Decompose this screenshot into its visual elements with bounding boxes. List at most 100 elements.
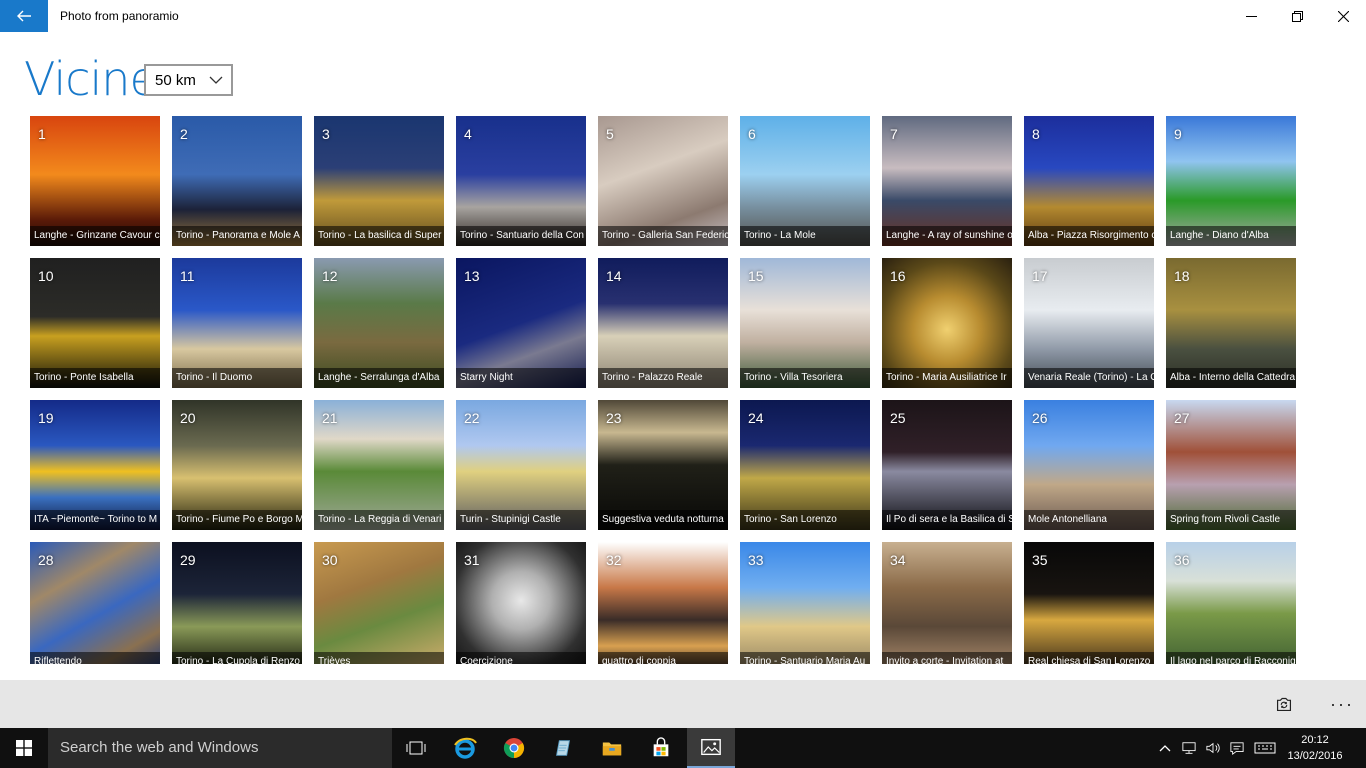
photo-tile[interactable]: 28 Riflettendo xyxy=(30,542,160,664)
photo-number: 18 xyxy=(1174,268,1190,284)
file-explorer-button[interactable] xyxy=(588,728,636,768)
photo-tile[interactable]: 9 Langhe - Diano d'Alba xyxy=(1166,116,1296,246)
store-button[interactable] xyxy=(637,728,685,768)
volume-button[interactable] xyxy=(1202,728,1224,768)
store-bag-icon xyxy=(653,737,669,757)
keyboard-button[interactable] xyxy=(1252,728,1278,768)
photo-number: 17 xyxy=(1032,268,1048,284)
start-button[interactable] xyxy=(0,728,48,768)
photo-caption: Spring from Rivoli Castle xyxy=(1166,510,1296,530)
photo-tile[interactable]: 14 Torino - Palazzo Reale xyxy=(598,258,728,388)
show-hidden-icons-button[interactable] xyxy=(1156,728,1174,768)
photo-tile[interactable]: 11 Torino - Il Duomo xyxy=(172,258,302,388)
photo-caption: Torino - La basilica di Super xyxy=(314,226,444,246)
chrome-icon xyxy=(503,738,525,759)
photo-tile[interactable]: 18 Alba - Interno della Cattedra xyxy=(1166,258,1296,388)
network-button[interactable] xyxy=(1178,728,1200,768)
back-button[interactable] xyxy=(0,0,48,32)
photo-tile[interactable]: 32 quattro di coppia xyxy=(598,542,728,664)
photo-number: 13 xyxy=(464,268,480,284)
photo-caption: Torino - La Mole xyxy=(740,226,870,246)
photo-tile[interactable]: 2 Torino - Panorama e Mole A xyxy=(172,116,302,246)
photo-tile[interactable]: 1 Langhe - Grinzane Cavour c xyxy=(30,116,160,246)
photo-tile[interactable]: 21 Torino - La Reggia di Venari xyxy=(314,400,444,530)
photo-number: 32 xyxy=(606,552,622,568)
photo-tile[interactable]: 5 Torino - Galleria San Federic xyxy=(598,116,728,246)
photo-tile[interactable]: 36 Il lago nel parco di Racconig xyxy=(1166,542,1296,664)
photo-number: 3 xyxy=(322,126,330,142)
speaker-icon xyxy=(1206,742,1220,754)
photo-tile[interactable]: 15 Torino - Villa Tesoriera xyxy=(740,258,870,388)
more-options-button[interactable]: ··· xyxy=(1326,688,1358,720)
system-clock[interactable]: 20:12 13/02/2016 xyxy=(1280,732,1350,764)
task-view-icon xyxy=(406,741,426,755)
photo-caption: Torino - Panorama e Mole A xyxy=(172,226,302,246)
edge-browser-button[interactable] xyxy=(441,728,489,768)
restore-button[interactable] xyxy=(1274,0,1320,32)
photo-caption: Alba - Interno della Cattedra xyxy=(1166,368,1296,388)
photo-number: 30 xyxy=(322,552,338,568)
photo-caption: Torino - La Cupola di Renzo xyxy=(172,652,302,664)
photo-tile[interactable]: 29 Torino - La Cupola di Renzo xyxy=(172,542,302,664)
photo-tile[interactable]: 35 Real chiesa di San Lorenzo xyxy=(1024,542,1154,664)
photo-number: 15 xyxy=(748,268,764,284)
close-icon xyxy=(1337,10,1349,22)
task-view-button[interactable] xyxy=(392,728,440,768)
photo-number: 1 xyxy=(38,126,46,142)
photo-caption: Venaria Reale (Torino) - La G xyxy=(1024,368,1154,388)
action-center-button[interactable] xyxy=(1226,728,1248,768)
photo-number: 8 xyxy=(1032,126,1040,142)
photo-caption: Langhe - Serralunga d'Alba xyxy=(314,368,444,388)
notes-app-button[interactable] xyxy=(539,728,587,768)
minimize-button[interactable] xyxy=(1228,0,1274,32)
photo-tile[interactable]: 3 Torino - La basilica di Super xyxy=(314,116,444,246)
photo-number: 24 xyxy=(748,410,764,426)
photo-caption: Turin - Stupinigi Castle xyxy=(456,510,586,530)
camera-refresh-icon xyxy=(1276,697,1292,712)
photo-tile[interactable]: 24 Torino - San Lorenzo xyxy=(740,400,870,530)
photo-caption: Langhe - A ray of sunshine o xyxy=(882,226,1012,246)
photo-tile[interactable]: 33 Torino - Santuario Maria Au xyxy=(740,542,870,664)
photo-caption: Torino - Il Duomo xyxy=(172,368,302,388)
photo-caption: Torino - Santuario della Con xyxy=(456,226,586,246)
photo-tile[interactable]: 22 Turin - Stupinigi Castle xyxy=(456,400,586,530)
photo-tile[interactable]: 8 Alba - Piazza Risorgimento c xyxy=(1024,116,1154,246)
photo-tile[interactable]: 25 Il Po di sera e la Basilica di S xyxy=(882,400,1012,530)
photo-number: 34 xyxy=(890,552,906,568)
photo-caption: Langhe - Grinzane Cavour c xyxy=(30,226,160,246)
taskbar-search-input[interactable]: Search the web and Windows xyxy=(48,728,392,768)
network-icon xyxy=(1182,742,1196,754)
close-button[interactable] xyxy=(1320,0,1366,32)
photo-tile[interactable]: 23 Suggestiva veduta notturna xyxy=(598,400,728,530)
photo-tile[interactable]: 10 Torino - Ponte Isabella xyxy=(30,258,160,388)
photo-tile[interactable]: 34 Invito a corte - Invitation at xyxy=(882,542,1012,664)
refresh-location-button[interactable] xyxy=(1268,688,1300,720)
chrome-button[interactable] xyxy=(490,728,538,768)
photo-tile[interactable]: 6 Torino - La Mole xyxy=(740,116,870,246)
distance-dropdown[interactable]: 50 km xyxy=(144,64,233,96)
photo-caption: Il lago nel parco di Racconig xyxy=(1166,652,1296,664)
photo-tile[interactable]: 4 Torino - Santuario della Con xyxy=(456,116,586,246)
photo-tile[interactable]: 7 Langhe - A ray of sunshine o xyxy=(882,116,1012,246)
photo-tile[interactable]: 17 Venaria Reale (Torino) - La G xyxy=(1024,258,1154,388)
photo-number: 35 xyxy=(1032,552,1048,568)
photo-tile[interactable]: 12 Langhe - Serralunga d'Alba xyxy=(314,258,444,388)
photo-tile[interactable]: 20 Torino - Fiume Po e Borgo M xyxy=(172,400,302,530)
photo-tile[interactable]: 27 Spring from Rivoli Castle xyxy=(1166,400,1296,530)
photos-app-button[interactable] xyxy=(687,728,735,768)
photo-caption: Torino - San Lorenzo xyxy=(740,510,870,530)
photo-caption: Alba - Piazza Risorgimento c xyxy=(1024,226,1154,246)
photo-tile[interactable]: 16 Torino - Maria Ausiliatrice Ir xyxy=(882,258,1012,388)
photo-number: 6 xyxy=(748,126,756,142)
photo-caption: Coercizione xyxy=(456,652,586,664)
photo-number: 11 xyxy=(180,268,195,284)
photo-tile[interactable]: 26 Mole Antonelliana xyxy=(1024,400,1154,530)
photo-caption: Torino - Villa Tesoriera xyxy=(740,368,870,388)
chevron-down-icon xyxy=(209,76,223,84)
photo-tile[interactable]: 19 ITA ~Piemonte~ Torino to M xyxy=(30,400,160,530)
photo-number: 23 xyxy=(606,410,622,426)
photo-tile[interactable]: 30 Trièves xyxy=(314,542,444,664)
photo-tile[interactable]: 31 Coercizione xyxy=(456,542,586,664)
photo-tile[interactable]: 13 Starry Night xyxy=(456,258,586,388)
photo-number: 33 xyxy=(748,552,764,568)
